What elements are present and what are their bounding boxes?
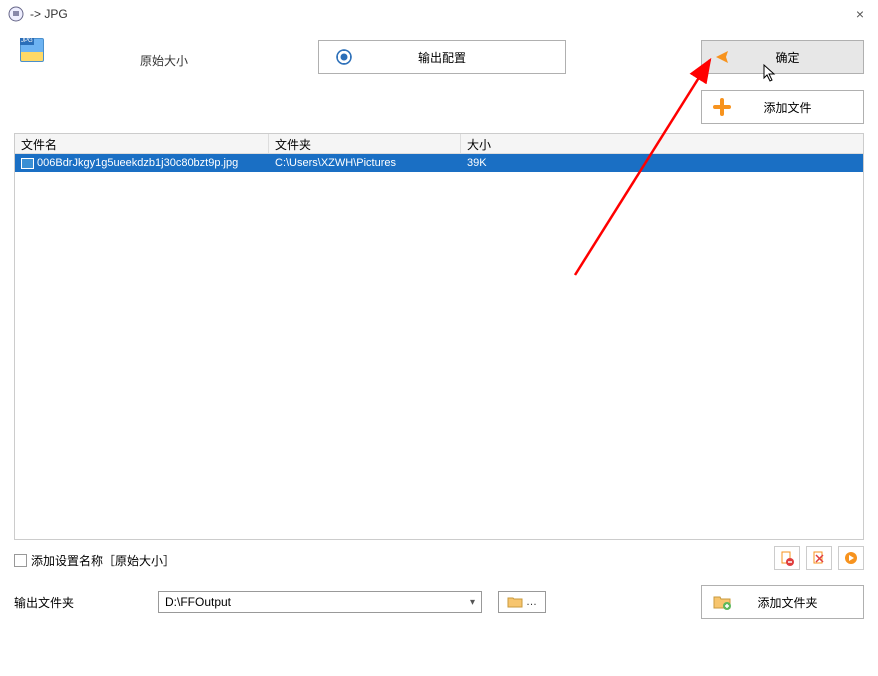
right-buttons: 确定 添加文件 [701,40,864,124]
app-icon [8,6,24,22]
add-settings-checkbox[interactable] [14,554,27,567]
small-toolbar-buttons [774,546,864,570]
folder-icon [507,595,523,609]
chevron-down-icon: ▾ [470,597,475,608]
settings-checkbox-line: 添加设置名称［原始大小］ [14,552,175,569]
window-title: -> JPG [30,7,850,21]
cursor-icon [762,63,778,86]
bottom-toolbar: 添加设置名称［原始大小］ [0,540,878,569]
output-folder-label: 输出文件夹 [14,594,158,611]
add-folder-button[interactable]: 添加文件夹 [701,585,864,619]
cell-filename: 006BdrJkgy1g5ueekdzb1j30c80bzt9p.jpg [15,157,269,169]
confirm-button[interactable]: 确定 [701,40,864,74]
play-icon [712,47,732,67]
header-folder[interactable]: 文件夹 [269,134,461,153]
folder-plus-icon [712,592,732,612]
add-file-button[interactable]: 添加文件 [701,90,864,124]
original-size-label: 原始大小 [140,52,188,69]
output-row: 输出文件夹 D:\FFOutput ▾ … 添加文件夹 [0,569,878,613]
gear-icon [335,48,353,66]
format-icon-block [14,38,50,62]
file-list[interactable]: 文件名 文件夹 大小 006BdrJkgy1g5ueekdzb1j30c80bz… [14,133,864,540]
play-preview-button[interactable] [838,546,864,570]
confirm-label: 确定 [732,49,863,66]
titlebar: -> JPG × [0,0,878,28]
jpg-format-icon [20,38,44,62]
add-folder-label: 添加文件夹 [732,594,863,611]
output-config-button[interactable]: 输出配置 [318,40,566,74]
top-section: 原始大小 输出配置 确定 [0,28,878,133]
close-button[interactable]: × [850,4,870,24]
add-file-label: 添加文件 [732,99,863,116]
browse-folder-button[interactable]: … [498,591,546,613]
file-icon [21,158,34,169]
header-filename[interactable]: 文件名 [15,134,269,153]
table-row[interactable]: 006BdrJkgy1g5ueekdzb1j30c80bzt9p.jpg C:\… [15,154,863,172]
plus-icon [712,97,732,117]
clear-list-button[interactable] [806,546,832,570]
add-settings-label: 添加设置名称［原始大小］ [31,552,175,569]
output-folder-value: D:\FFOutput [165,595,231,609]
cell-folder: C:\Users\XZWH\Pictures [269,157,461,169]
cell-filename-text: 006BdrJkgy1g5ueekdzb1j30c80bzt9p.jpg [37,157,238,169]
ellipsis-icon: … [526,596,537,608]
remove-item-button[interactable] [774,546,800,570]
output-folder-combo[interactable]: D:\FFOutput ▾ [158,591,482,613]
table-header: 文件名 文件夹 大小 [15,134,863,154]
header-size[interactable]: 大小 [461,134,569,153]
output-config-label: 输出配置 [418,49,466,66]
cell-size: 39K [461,157,569,169]
